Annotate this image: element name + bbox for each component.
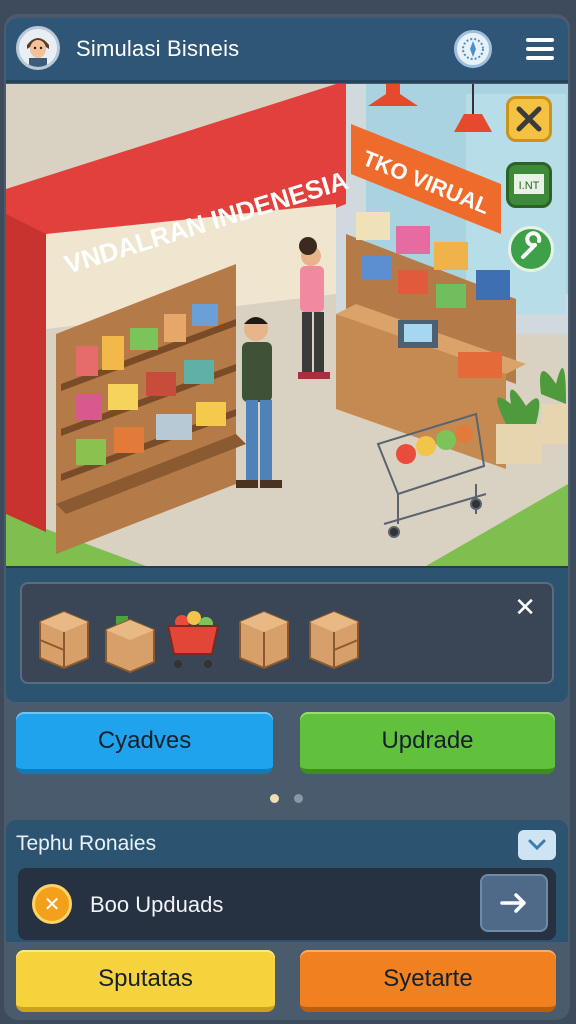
store-scene: VNDALRAN INDENESIA TKO VIRUAL I.NT (6, 84, 568, 570)
top-bar: Simulasi Bisneis (6, 18, 568, 83)
page-dot[interactable] (294, 794, 303, 803)
shopping-cart-icon[interactable] (162, 602, 220, 674)
primary-action-button[interactable]: Cyadves (16, 712, 273, 774)
close-icon[interactable]: ✕ (514, 594, 536, 620)
board-icon[interactable]: I.NT (506, 162, 552, 208)
player-avatar[interactable] (16, 26, 60, 70)
hamburger-menu-icon[interactable] (526, 38, 554, 62)
page-title: Simulasi Bisneis (76, 36, 240, 61)
status-button[interactable]: Sputatas (16, 950, 275, 1012)
chevron-down-icon[interactable] (518, 830, 556, 860)
inventory-panel: ✕ (6, 568, 568, 702)
arrow-right-icon[interactable] (480, 874, 548, 932)
svg-text:I.NT: I.NT (519, 180, 540, 192)
wrench-icon[interactable] (508, 226, 554, 272)
inventory-tray: ✕ (20, 582, 554, 684)
close-circle-icon[interactable]: ✕ (32, 884, 72, 924)
page-dot-active[interactable] (270, 794, 279, 803)
notification-title: Tephu Ronaies (16, 832, 157, 855)
isometric-store-illustration: VNDALRAN INDENESIA TKO VIRUAL (6, 84, 568, 566)
notification-text: Boo Upduads (90, 892, 224, 917)
cardboard-box-icon[interactable] (304, 602, 362, 674)
hammer-wrench-icon[interactable] (506, 96, 552, 142)
notification-panel: Tephu Ronaies ✕ Boo Upduads (6, 820, 568, 942)
cardboard-box-icon[interactable] (34, 602, 92, 674)
cardboard-box-icon[interactable] (234, 602, 292, 674)
upgrade-button[interactable]: Updrade (300, 712, 555, 774)
notification-item[interactable]: ✕ Boo Upduads (18, 868, 556, 940)
compass-icon[interactable] (454, 30, 492, 68)
start-button[interactable]: Syetarte (300, 950, 556, 1012)
box-with-produce-icon[interactable] (100, 602, 158, 674)
